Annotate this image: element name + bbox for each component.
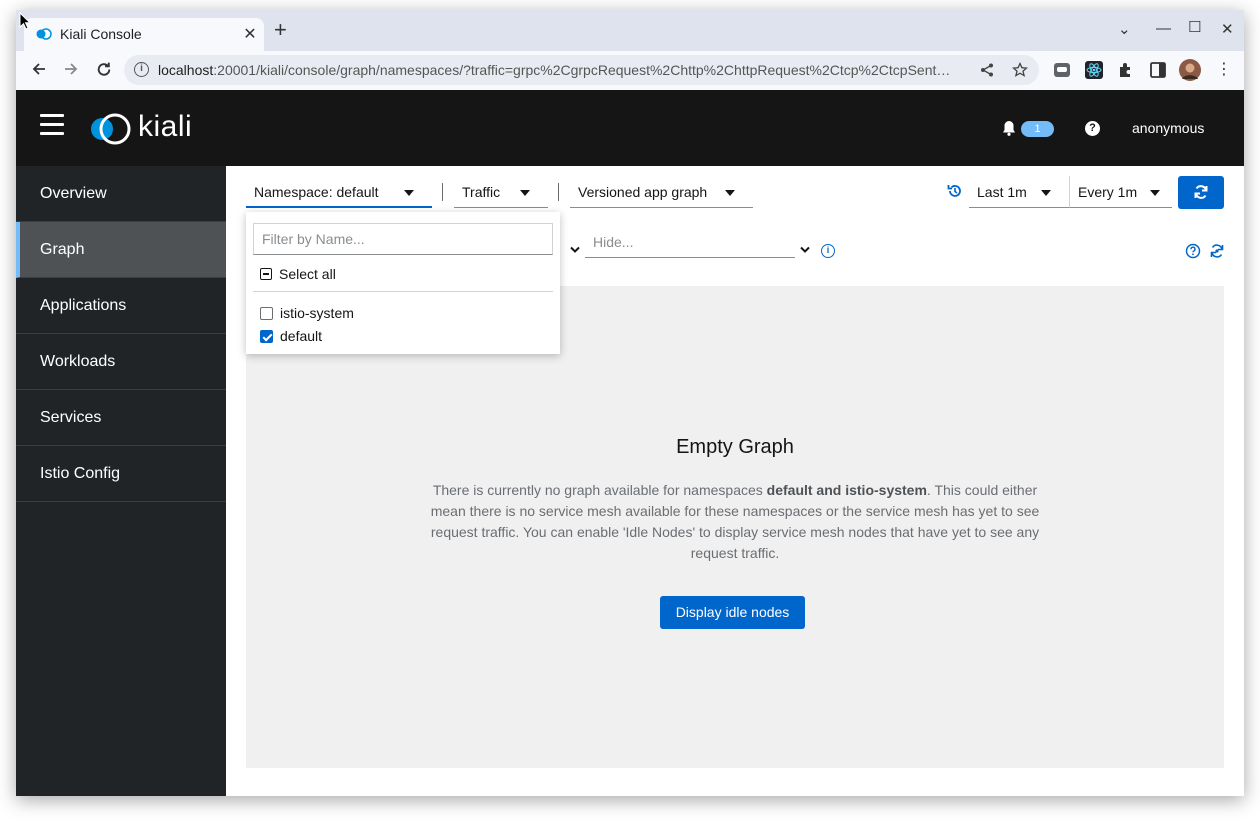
user-menu[interactable]: anonymous	[1132, 120, 1204, 136]
sidebar-item-workloads[interactable]: Workloads	[16, 334, 226, 390]
refresh-interval-label: Every 1m	[1078, 184, 1138, 200]
close-window-icon[interactable]: ✕	[1221, 20, 1234, 38]
logo-text: kiali	[138, 110, 193, 143]
graph-type-dropdown-label: Versioned app graph	[578, 184, 708, 200]
namespace-dropdown[interactable]: Namespace: default	[246, 176, 432, 208]
select-all-checkbox[interactable]: Select all	[260, 266, 336, 282]
sidebar-item-label: Graph	[40, 241, 85, 258]
reload-icon[interactable]	[93, 61, 115, 78]
browser-toolbar: i localhost:20001/kiali/console/graph/na…	[16, 51, 1244, 90]
tab-search-chevron-icon[interactable]: ⌄	[1118, 20, 1131, 38]
browser-tab[interactable]: Kiali Console ✕	[24, 18, 264, 51]
extensions-puzzle-icon[interactable]	[1117, 61, 1135, 79]
empty-graph-namespaces: default and istio-system	[766, 482, 927, 498]
caret-down-icon	[725, 190, 735, 196]
mouse-cursor-icon	[19, 12, 31, 30]
namespace-filter-input[interactable]: Filter by Name...	[253, 223, 553, 255]
graph-canvas[interactable]: Empty Graph There is currently no graph …	[246, 286, 1224, 768]
kiali-logo-icon	[91, 113, 131, 145]
new-tab-icon[interactable]: +	[274, 19, 287, 41]
sidebar-nav: Overview Graph Applications Workloads Se…	[16, 166, 226, 796]
namespace-filter-placeholder: Filter by Name...	[262, 231, 365, 247]
display-idle-nodes-button[interactable]: Display idle nodes	[660, 596, 805, 629]
caret-down-icon	[1041, 190, 1051, 196]
graph-help-icon[interactable]	[1185, 243, 1201, 259]
side-panel-icon[interactable]	[1149, 61, 1167, 79]
sidebar-item-label: Istio Config	[40, 465, 121, 482]
hamburger-menu-icon[interactable]	[40, 114, 64, 136]
extension-chat-icon[interactable]	[1053, 61, 1071, 79]
url-text: localhost:20001/kiali/console/graph/name…	[158, 62, 951, 78]
hide-select-chevron-icon[interactable]	[800, 246, 810, 254]
namespace-dropdown-label: Namespace: default	[254, 184, 379, 200]
browser-window: Kiali Console ✕ + ⌄ — ☐ ✕ i localhost:20…	[16, 10, 1244, 796]
kiali-logo[interactable]: kiali	[88, 110, 198, 146]
hide-input-placeholder: Hide...	[593, 234, 634, 250]
graph-type-dropdown[interactable]: Versioned app graph	[570, 176, 753, 208]
namespace-option-label: default	[280, 328, 323, 344]
namespace-dropdown-menu: Filter by Name... Select all istio-syste…	[246, 212, 560, 354]
history-icon[interactable]	[947, 183, 963, 199]
minimize-icon[interactable]: —	[1156, 20, 1171, 37]
forward-arrow-icon[interactable]	[60, 61, 82, 77]
sidebar-item-label: Applications	[40, 297, 127, 314]
share-icon[interactable]	[980, 63, 994, 77]
sidebar-item-overview[interactable]: Overview	[16, 166, 226, 222]
unchecked-checkbox-icon[interactable]	[260, 307, 273, 320]
namespace-option-default[interactable]: default	[260, 328, 322, 344]
sidebar-item-services[interactable]: Services	[16, 390, 226, 446]
help-icon[interactable]: ?	[1085, 121, 1100, 136]
react-devtools-icon[interactable]	[1085, 61, 1103, 79]
sync-icon	[1194, 185, 1208, 199]
notification-bell-icon[interactable]	[1002, 120, 1016, 136]
traffic-dropdown[interactable]: Traffic	[454, 176, 548, 208]
refresh-button[interactable]	[1178, 176, 1224, 209]
checked-checkbox-icon[interactable]	[260, 330, 273, 343]
traffic-dropdown-label: Traffic	[462, 184, 501, 200]
kiali-header: kiali 1 ? anonymous	[16, 90, 1244, 166]
toolbar-divider	[442, 183, 443, 201]
sidebar-item-applications[interactable]: Applications	[16, 278, 226, 334]
kiali-favicon-icon	[36, 28, 52, 40]
browser-menu-icon[interactable]: ⋮	[1216, 59, 1232, 79]
indeterminate-checkbox-icon	[260, 268, 272, 280]
menu-divider	[253, 291, 553, 292]
find-select-chevron-icon[interactable]	[570, 246, 580, 254]
duration-dropdown[interactable]: Last 1m	[969, 176, 1069, 208]
namespace-option-istio-system[interactable]: istio-system	[260, 305, 354, 321]
sidebar-item-graph[interactable]: Graph	[16, 222, 226, 278]
refresh-interval-dropdown[interactable]: Every 1m	[1069, 176, 1172, 208]
caret-down-icon	[1150, 190, 1160, 196]
back-arrow-icon[interactable]	[28, 61, 50, 77]
sidebar-item-label: Overview	[40, 185, 107, 202]
tab-close-icon[interactable]: ✕	[241, 24, 259, 44]
select-all-label: Select all	[279, 266, 336, 282]
tab-title: Kiali Console	[60, 26, 142, 42]
toolbar-divider	[558, 183, 559, 201]
caret-down-icon	[520, 190, 530, 196]
site-info-icon[interactable]: i	[134, 62, 149, 77]
sidebar-item-istio-config[interactable]: Istio Config	[16, 446, 226, 502]
notification-count-badge[interactable]: 1	[1021, 121, 1054, 137]
browser-tab-bar: Kiali Console ✕ + ⌄ — ☐ ✕	[16, 10, 1244, 51]
maximize-icon[interactable]: ☐	[1188, 18, 1201, 36]
find-hide-info-icon[interactable]: i	[821, 244, 835, 258]
caret-down-icon	[404, 190, 414, 196]
sidebar-item-label: Workloads	[40, 353, 116, 370]
namespace-option-label: istio-system	[280, 305, 354, 321]
graph-layout-refresh-icon[interactable]	[1209, 243, 1225, 259]
duration-dropdown-label: Last 1m	[977, 184, 1027, 200]
profile-avatar[interactable]	[1179, 59, 1201, 81]
sidebar-item-label: Services	[40, 409, 102, 426]
empty-graph-title: Empty Graph	[676, 436, 794, 458]
bookmark-star-icon[interactable]	[1012, 62, 1028, 78]
empty-graph-message: There is currently no graph available fo…	[430, 482, 1040, 561]
address-bar[interactable]: i localhost:20001/kiali/console/graph/na…	[124, 55, 1039, 85]
hide-input[interactable]: Hide...	[585, 226, 795, 258]
main-content: Namespace: default Traffic Versioned app…	[226, 166, 1244, 796]
